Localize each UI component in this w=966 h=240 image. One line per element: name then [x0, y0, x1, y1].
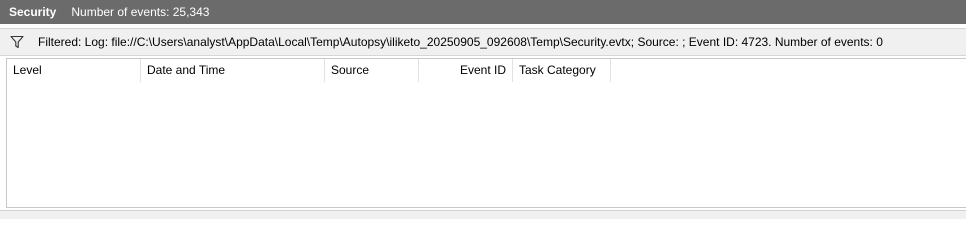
- filter-icon: [10, 35, 24, 49]
- events-table[interactable]: Level Date and Time Source Event ID Task…: [6, 58, 966, 208]
- filter-description: Filtered: Log: file://C:\Users\analyst\A…: [38, 35, 883, 49]
- filter-bar: Filtered: Log: file://C:\Users\analyst\A…: [0, 28, 966, 56]
- log-name: Security: [9, 5, 57, 19]
- column-header-source[interactable]: Source: [325, 59, 419, 82]
- table-header: Level Date and Time Source Event ID Task…: [7, 59, 966, 82]
- event-count: Number of events: 25,343: [71, 5, 210, 19]
- column-header-date-time[interactable]: Date and Time: [141, 59, 325, 82]
- column-header-event-id[interactable]: Event ID: [419, 59, 513, 82]
- log-title-bar: Security Number of events: 25,343: [0, 0, 966, 24]
- details-pane-splitter[interactable]: [0, 210, 966, 219]
- column-header-level[interactable]: Level: [7, 59, 141, 82]
- column-header-task-category[interactable]: Task Category: [513, 59, 611, 82]
